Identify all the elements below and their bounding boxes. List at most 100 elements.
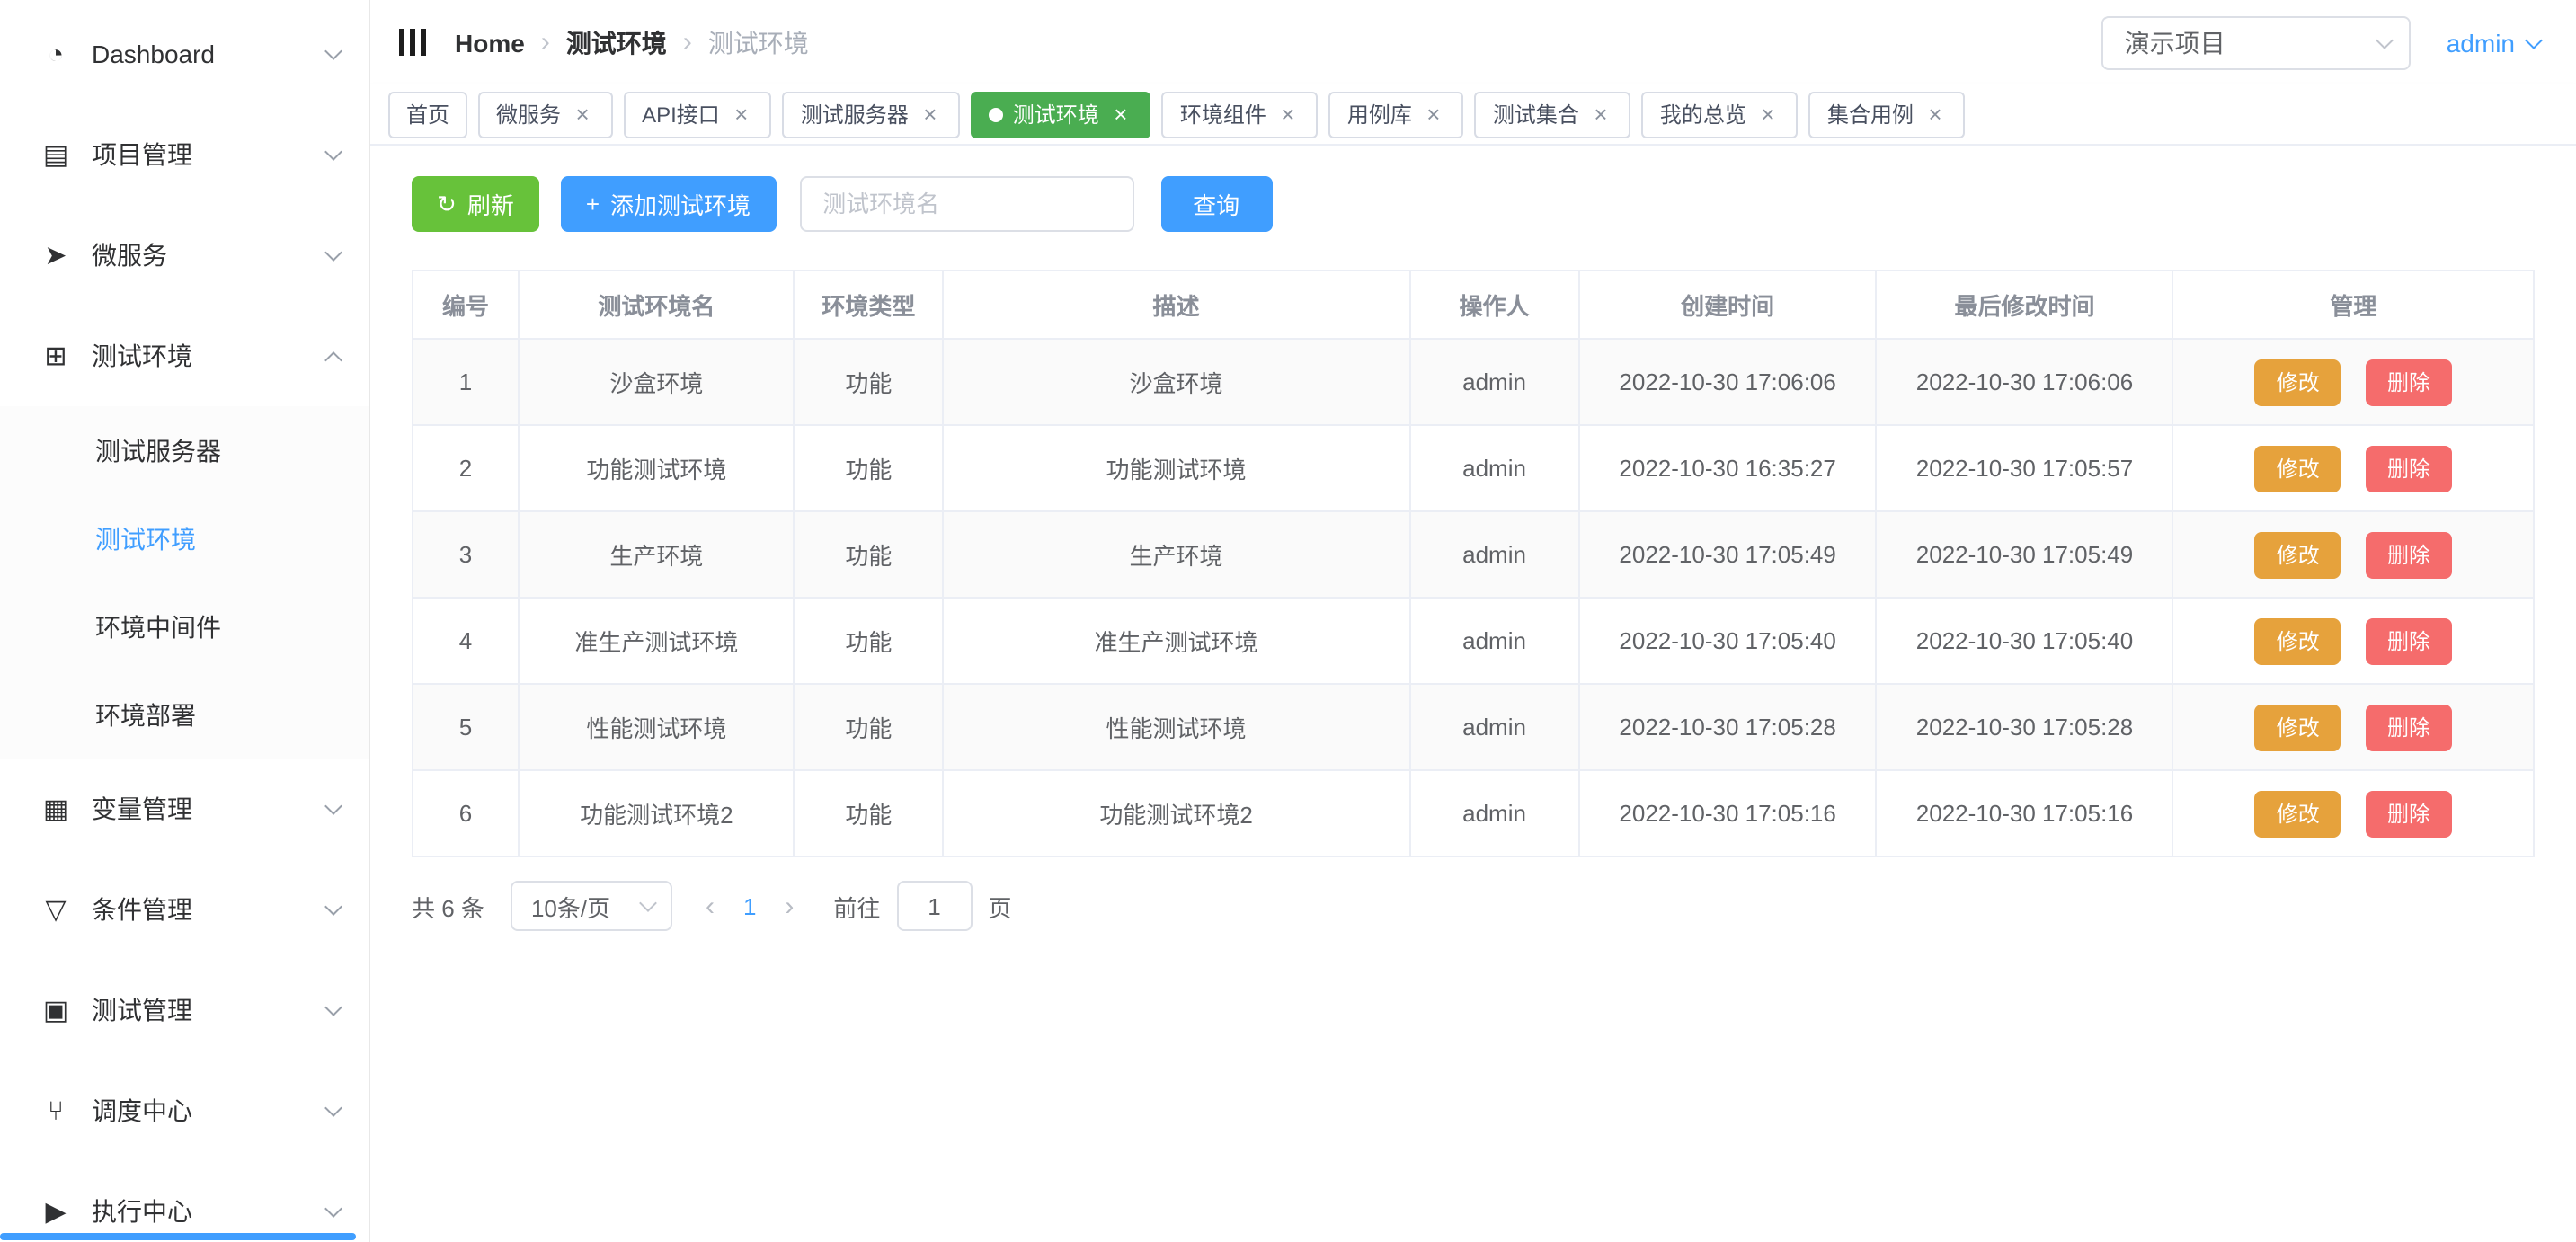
- cell-env-type: 功能: [795, 598, 943, 684]
- env-table: 编号 测试环境名 环境类型 描述 操作人 创建时间: [412, 270, 2535, 857]
- sidebar-item[interactable]: ▤ 项目管理: [0, 104, 369, 205]
- app-root: ◔ Dashboard ▤ 项目管理 ➤ 微服务: [0, 0, 2576, 1242]
- delete-button[interactable]: 删除: [2366, 617, 2452, 664]
- edit-button[interactable]: 修改: [2255, 617, 2341, 664]
- sidebar-subitem[interactable]: 环境部署: [0, 670, 369, 759]
- close-icon[interactable]: ×: [570, 102, 595, 127]
- menu-icon: ▤: [36, 138, 76, 171]
- tab[interactable]: API接口 ×: [624, 91, 772, 138]
- column-header: 管理: [2173, 271, 2534, 339]
- cell-id: 4: [413, 598, 519, 684]
- close-icon[interactable]: ×: [1755, 102, 1781, 127]
- tab-label: 集合用例: [1827, 99, 1914, 129]
- column-header: 描述: [943, 271, 1409, 339]
- tab-label: API接口: [642, 99, 720, 129]
- refresh-button[interactable]: ↻ 刷新: [412, 176, 539, 232]
- cell-operator: admin: [1409, 598, 1579, 684]
- tab[interactable]: 测试服务器 ×: [783, 91, 961, 138]
- chevron-down-icon: [324, 143, 342, 161]
- cell-modified-time: 2022-10-30 17:05:40: [1876, 598, 2172, 684]
- edit-button[interactable]: 修改: [2255, 359, 2341, 405]
- prev-page-button[interactable]: ‹: [706, 891, 715, 921]
- table-row: 3 生产环境 功能 生产环境 admin 2022-10-30 17:05:49…: [413, 511, 2534, 598]
- close-icon[interactable]: ×: [1923, 102, 1948, 127]
- top-header: Home › 测试环境 › 测试环境 演示项目 admin: [370, 0, 2576, 84]
- breadcrumb-current: 测试环境: [708, 24, 809, 60]
- page-size-select[interactable]: 10条/页: [511, 881, 673, 931]
- chevron-down-icon: [324, 350, 342, 368]
- tab[interactable]: 我的总览 ×: [1642, 91, 1799, 138]
- sidebar-subitem[interactable]: 测试服务器: [0, 406, 369, 494]
- project-select[interactable]: 演示项目: [2101, 15, 2411, 69]
- user-menu[interactable]: admin: [2447, 28, 2540, 57]
- edit-button[interactable]: 修改: [2255, 790, 2341, 837]
- sidebar-item[interactable]: ▽ 条件管理: [0, 859, 369, 960]
- current-page-number[interactable]: 1: [743, 892, 756, 919]
- sidebar-scrollbar[interactable]: [0, 1233, 356, 1240]
- sidebar-item[interactable]: ◔ Dashboard: [0, 4, 369, 104]
- sidebar-item-label: 调度中心: [92, 1093, 327, 1129]
- close-icon[interactable]: ×: [918, 102, 943, 127]
- hamburger-icon[interactable]: [399, 29, 426, 56]
- menu-icon: ▽: [36, 893, 76, 926]
- cell-actions: 修改 删除: [2173, 684, 2534, 770]
- delete-button[interactable]: 删除: [2366, 790, 2452, 837]
- column-header: 操作人: [1409, 271, 1579, 339]
- sidebar-item[interactable]: ⊞ 测试环境: [0, 306, 369, 406]
- tab[interactable]: 集合用例 ×: [1809, 91, 1966, 138]
- tab[interactable]: 用例库 ×: [1329, 91, 1464, 138]
- delete-button[interactable]: 删除: [2366, 531, 2452, 578]
- sidebar-subitem[interactable]: 环境中间件: [0, 582, 369, 670]
- cell-actions: 修改 删除: [2173, 770, 2534, 856]
- edit-button[interactable]: 修改: [2255, 704, 2341, 750]
- delete-button[interactable]: 删除: [2366, 704, 2452, 750]
- goto-page: 前往 页: [833, 881, 1011, 931]
- sidebar-item-label: 条件管理: [92, 892, 327, 927]
- tab[interactable]: 微服务 ×: [478, 91, 613, 138]
- add-env-button[interactable]: + 添加测试环境: [561, 176, 776, 232]
- breadcrumb-home[interactable]: Home: [455, 28, 525, 57]
- sidebar-item[interactable]: ▣ 测试管理: [0, 960, 369, 1060]
- sidebar-item[interactable]: ⑂ 调度中心: [0, 1060, 369, 1161]
- table-row: 1 沙盒环境 功能 沙盒环境 admin 2022-10-30 17:06:06…: [413, 339, 2534, 425]
- sidebar-item[interactable]: ➤ 微服务: [0, 205, 369, 306]
- tab-label: 测试服务器: [801, 99, 909, 129]
- sidebar-item-label: 变量管理: [92, 791, 327, 827]
- tab[interactable]: 环境组件 ×: [1162, 91, 1319, 138]
- close-icon[interactable]: ×: [1588, 102, 1613, 127]
- next-page-button[interactable]: ›: [785, 891, 794, 921]
- table-row: 6 功能测试环境2 功能 功能测试环境2 admin 2022-10-30 17…: [413, 770, 2534, 856]
- menu-icon: ⊞: [36, 340, 76, 372]
- cell-id: 2: [413, 425, 519, 511]
- close-icon[interactable]: ×: [1275, 102, 1301, 127]
- breadcrumb-item[interactable]: 测试环境: [566, 24, 667, 60]
- cell-env-type: 功能: [795, 339, 943, 425]
- sidebar-item[interactable]: ▶ 执行中心: [0, 1161, 369, 1242]
- chevron-down-icon: [324, 1200, 342, 1218]
- delete-button[interactable]: 删除: [2366, 359, 2452, 405]
- edit-button[interactable]: 修改: [2255, 531, 2341, 578]
- close-icon[interactable]: ×: [729, 102, 754, 127]
- edit-button[interactable]: 修改: [2255, 445, 2341, 492]
- table-row: 5 性能测试环境 功能 性能测试环境 admin 2022-10-30 17:0…: [413, 684, 2534, 770]
- sidebar-menu-top: ◔ Dashboard ▤ 项目管理 ➤ 微服务: [0, 4, 369, 406]
- delete-button[interactable]: 删除: [2366, 445, 2452, 492]
- page-unit-label: 页: [988, 889, 1011, 923]
- goto-page-input[interactable]: [896, 881, 972, 931]
- tab[interactable]: 首页: [388, 91, 467, 138]
- sidebar-item[interactable]: ▦ 变量管理: [0, 759, 369, 859]
- cell-env-name: 性能测试环境: [519, 684, 795, 770]
- query-button[interactable]: 查询: [1160, 176, 1272, 232]
- column-header: 编号: [413, 271, 519, 339]
- tab[interactable]: 测试环境 ×: [972, 91, 1151, 138]
- env-name-input[interactable]: [799, 176, 1133, 232]
- menu-icon: ◔: [36, 39, 76, 69]
- sidebar-submenu: 测试服务器 测试环境 环境中间件 环境部署: [0, 406, 369, 759]
- tab[interactable]: 测试集合 ×: [1475, 91, 1631, 138]
- cell-operator: admin: [1409, 684, 1579, 770]
- sidebar-subitem[interactable]: 测试环境: [0, 494, 369, 582]
- close-icon[interactable]: ×: [1108, 102, 1133, 127]
- plus-icon: +: [586, 192, 600, 216]
- close-icon[interactable]: ×: [1421, 102, 1446, 127]
- cell-description: 功能测试环境: [943, 425, 1409, 511]
